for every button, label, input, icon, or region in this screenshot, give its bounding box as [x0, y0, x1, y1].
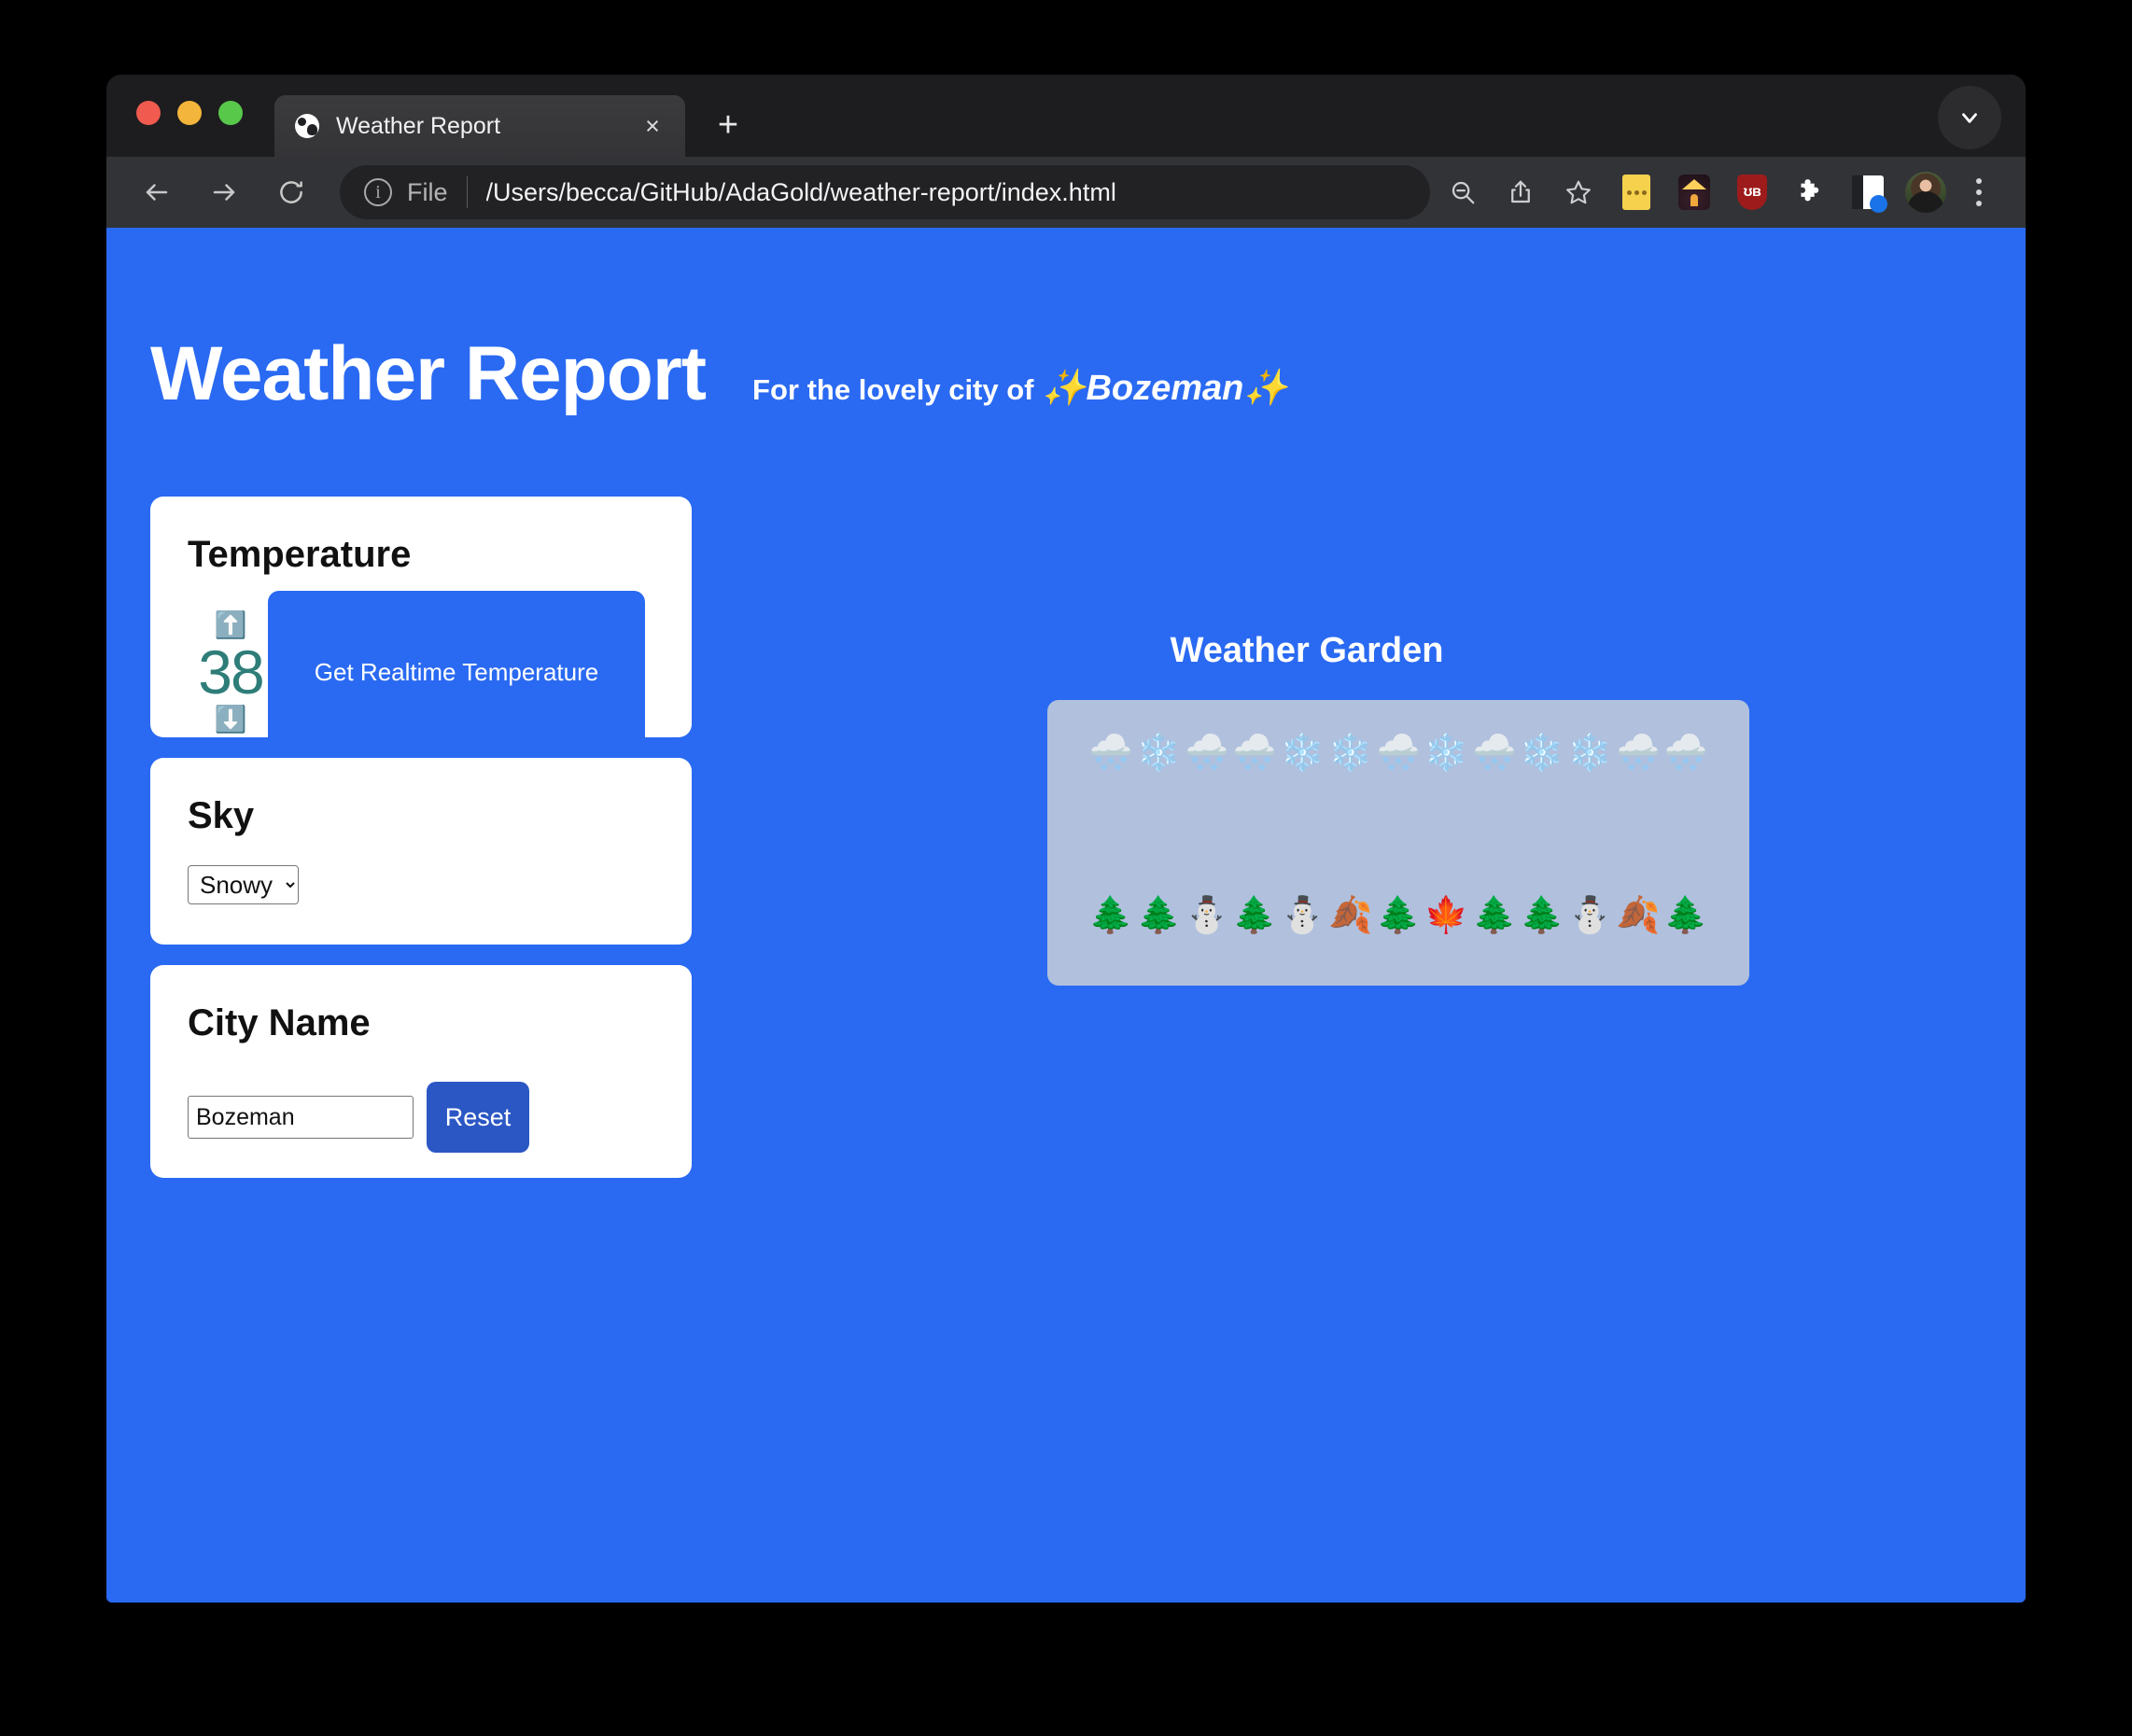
side-panel-icon[interactable]	[1841, 165, 1895, 219]
temperature-card: Temperature ⬆️ 38 ⬇️ Get Realtime Temper…	[150, 497, 692, 754]
new-tab-button[interactable]: +	[702, 99, 754, 151]
city-card-title: City Name	[188, 1002, 371, 1043]
garden-emoji: 🌨️	[1088, 734, 1133, 773]
page-title: Weather Report	[150, 331, 707, 416]
garden-emoji: 🌲	[1520, 896, 1564, 935]
close-window-button[interactable]	[136, 101, 161, 125]
garden-ground-row: 🌲 🌲 ⛄ 🌲 ⛄ 🍂 🌲 🍁 🌲 🌲 ⛄ 🍂 🌲	[1075, 898, 1721, 933]
back-arrow-icon[interactable]	[131, 166, 183, 218]
close-icon[interactable]: ×	[637, 113, 668, 139]
globe-icon	[295, 114, 319, 138]
garden-emoji: ❄️	[1520, 734, 1564, 773]
browser-tab[interactable]: Weather Report ×	[274, 95, 685, 157]
garden-emoji: 🍁	[1424, 896, 1468, 935]
garden-emoji: ❄️	[1280, 734, 1325, 773]
garden-emoji: ❄️	[1136, 734, 1182, 773]
page-content: Weather Report For the lovely city of ✨B…	[106, 228, 2026, 1603]
garden-emoji: 🌨️	[1471, 734, 1517, 773]
temperature-value: 38	[198, 637, 264, 707]
city-name-input[interactable]	[188, 1096, 414, 1139]
garden-emoji: 🌨️	[1615, 734, 1661, 773]
city-controls: Reset	[188, 1082, 692, 1153]
garden-emoji: 🌨️	[1232, 734, 1277, 773]
browser-window: Weather Report × + i File /Users/becca/G…	[106, 75, 2026, 1603]
garden-sky-row: 🌨️ ❄️ 🌨️ 🌨️ ❄️ ❄️ 🌨️ ❄️ 🌨️ ❄️ ❄️ 🌨️ 🌨️	[1075, 735, 1721, 771]
garden-emoji: 🌲	[1136, 896, 1182, 935]
reset-button[interactable]: Reset	[427, 1082, 529, 1153]
city-card: City Name Reset	[150, 965, 692, 1178]
forward-arrow-icon[interactable]	[198, 166, 250, 218]
temperature-stepper: ⬆️ 38 ⬇️	[188, 611, 274, 733]
bookmark-star-icon[interactable]	[1551, 165, 1606, 219]
url-scheme-label: File	[407, 177, 448, 206]
page-info-icon[interactable]: i	[364, 178, 392, 206]
garden-emoji: 🌨️	[1663, 734, 1708, 773]
page-header: Weather Report For the lovely city of ✨B…	[150, 336, 1288, 413]
weather-garden-title: Weather Garden	[1170, 631, 1444, 670]
garden-emoji: ⛄	[1185, 896, 1229, 935]
garden-emoji: ❄️	[1424, 734, 1468, 773]
address-bar[interactable]: i File /Users/becca/GitHub/AdaGold/weath…	[340, 165, 1430, 219]
share-icon[interactable]	[1494, 165, 1548, 219]
browser-toolbar: i File /Users/becca/GitHub/AdaGold/weath…	[106, 157, 2026, 228]
garden-emoji: ⛄	[1567, 896, 1612, 935]
profile-avatar[interactable]	[1899, 165, 1953, 219]
ublock-origin-icon[interactable]: ʊʙ	[1725, 165, 1779, 219]
sky-card-title: Sky	[188, 795, 255, 836]
url-text: /Users/becca/GitHub/AdaGold/weather-repo…	[485, 177, 1116, 206]
minimize-window-button[interactable]	[177, 101, 202, 125]
garden-emoji: 🌨️	[1376, 734, 1421, 773]
temperature-controls: ⬆️ 38 ⬇️ Get Realtime Temperature	[188, 591, 692, 754]
increase-temperature-icon[interactable]: ⬆️	[215, 611, 247, 638]
garden-emoji: 🌲	[1376, 896, 1421, 935]
garden-emoji: 🌲	[1088, 896, 1133, 935]
page-subtitle: For the lovely city of ✨Bozeman✨	[752, 368, 1288, 409]
sky-card: Sky SunnyCloudyRainySnowy	[150, 758, 692, 945]
garden-emoji: 🌲	[1471, 896, 1517, 935]
extensions-puzzle-icon[interactable]	[1783, 165, 1837, 219]
subtitle-prefix: For the lovely city of	[752, 373, 1034, 406]
garden-emoji: ❄️	[1328, 734, 1373, 773]
garden-emoji: ⛄	[1280, 896, 1325, 935]
garden-emoji: 🍂	[1615, 896, 1661, 935]
home-extension-icon[interactable]	[1667, 165, 1721, 219]
notes-extension-icon[interactable]	[1609, 165, 1663, 219]
toolbar-icon-group: ʊʙ	[1436, 165, 2001, 219]
tab-strip: Weather Report × +	[106, 75, 2026, 157]
sky-select[interactable]: SunnyCloudyRainySnowy	[188, 865, 299, 904]
garden-emoji: ❄️	[1567, 734, 1612, 773]
zoom-out-icon[interactable]	[1436, 165, 1490, 219]
garden-emoji: 🍂	[1328, 896, 1373, 935]
garden-emoji: 🌲	[1663, 896, 1708, 935]
window-controls	[136, 75, 243, 157]
omnibox-divider	[466, 176, 468, 208]
garden-emoji: 🌨️	[1185, 734, 1229, 773]
weather-garden-panel: 🌨️ ❄️ 🌨️ 🌨️ ❄️ ❄️ 🌨️ ❄️ 🌨️ ❄️ ❄️ 🌨️ 🌨️ 🌲 🌲 ⛄ 🌲 ⛄ 🍂 🌲 🍁 🌲 🌲 ⛄ 🍂 🌲	[1047, 700, 1749, 986]
maximize-window-button[interactable]	[218, 101, 243, 125]
kebab-menu-icon[interactable]	[1957, 165, 2001, 219]
chevron-down-icon[interactable]	[1938, 86, 2001, 149]
garden-emoji: 🌲	[1232, 896, 1277, 935]
city-display: ✨Bozeman✨	[1042, 369, 1288, 408]
get-realtime-temperature-button[interactable]: Get Realtime Temperature	[268, 591, 645, 754]
decrease-temperature-icon[interactable]: ⬇️	[215, 707, 247, 733]
reload-icon[interactable]	[265, 166, 317, 218]
temperature-card-title: Temperature	[188, 534, 412, 575]
tab-title: Weather Report	[336, 112, 501, 139]
